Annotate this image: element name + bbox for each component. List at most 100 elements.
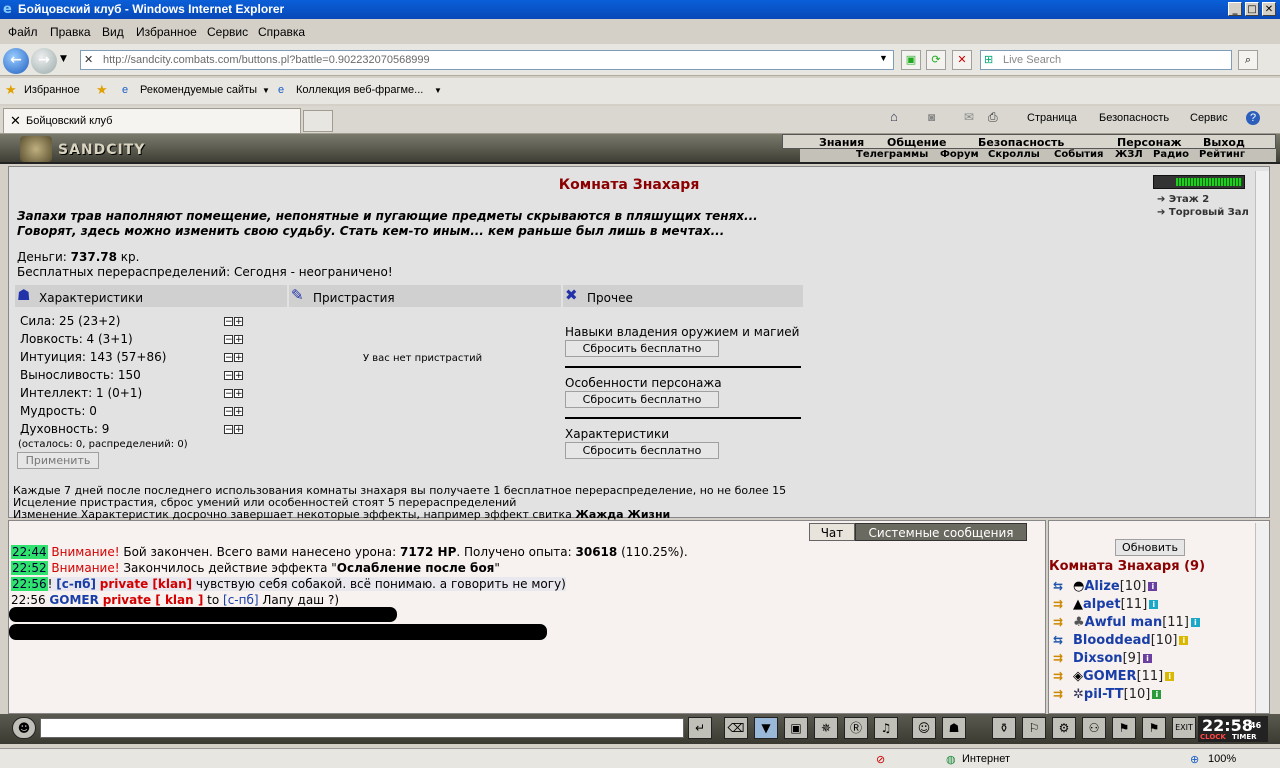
stat-agility-controls[interactable]: − + bbox=[224, 335, 246, 345]
mail-icon[interactable]: ✉ bbox=[964, 110, 974, 124]
sub-nav: Телеграммы Форум Скроллы События ЖЗЛ Рад… bbox=[800, 149, 1276, 162]
nav-knowledge[interactable]: Знания bbox=[819, 136, 864, 149]
refresh-button[interactable]: Обновить bbox=[1115, 539, 1185, 556]
user-row[interactable]: ⇉ ✲pil-TT[10] i bbox=[1053, 687, 1162, 703]
stat-intellect-controls[interactable]: − + bbox=[224, 389, 246, 399]
sound-icon[interactable]: ♫ bbox=[874, 717, 898, 739]
stat-wisdom-controls[interactable]: − + bbox=[224, 407, 246, 417]
nav-events[interactable]: События bbox=[1054, 149, 1103, 160]
fav-suggested-sites[interactable]: Рекомендуемые сайты bbox=[140, 84, 257, 96]
abilities-icon[interactable]: ⚙ bbox=[1052, 717, 1076, 739]
search-input[interactable]: ⊞ Live Search bbox=[980, 50, 1232, 70]
fighter-icon[interactable]: ✵ bbox=[814, 717, 838, 739]
nav-zhzl[interactable]: ЖЗЛ bbox=[1115, 149, 1143, 160]
tab-system-messages[interactable]: Системные сообщения bbox=[855, 523, 1027, 541]
blocked-icon[interactable]: ⊘ bbox=[876, 753, 885, 766]
eraser-icon[interactable]: ⌫ bbox=[724, 717, 748, 739]
rss-icon[interactable]: ◙ bbox=[928, 110, 935, 124]
user-row[interactable]: ⇉ ▲alpet[11] i bbox=[1053, 597, 1159, 613]
flag-icon[interactable]: ⚑ bbox=[1142, 717, 1166, 739]
new-tab-button[interactable] bbox=[303, 110, 333, 132]
user-row[interactable]: ⇉ ♣Awful man[11] i bbox=[1053, 615, 1200, 631]
tab-chat[interactable]: Чат bbox=[809, 523, 855, 541]
nav-rating[interactable]: Рейтинг bbox=[1199, 149, 1245, 160]
stat-strength-controls[interactable]: − + bbox=[224, 317, 246, 327]
menu-file[interactable]: Файл bbox=[8, 25, 38, 39]
nav-telegrams[interactable]: Телеграммы bbox=[856, 149, 928, 160]
add-favorites-icon[interactable]: ★ bbox=[96, 82, 108, 98]
nav-radio[interactable]: Радио bbox=[1153, 149, 1189, 160]
stats-header: ☗ Характеристики bbox=[15, 285, 287, 307]
send-icon[interactable]: ↵ bbox=[688, 717, 712, 739]
menu-edit[interactable]: Правка bbox=[50, 25, 91, 39]
chevron-down-icon[interactable]: ▼ bbox=[434, 86, 442, 95]
chevron-down-icon[interactable]: ▼ bbox=[262, 86, 270, 95]
menu-favorites[interactable]: Избранное bbox=[136, 25, 197, 39]
map-icon[interactable]: ⚐ bbox=[1022, 717, 1046, 739]
safety-menu[interactable]: Безопасность bbox=[1099, 112, 1169, 124]
maximize-button[interactable]: □ bbox=[1245, 2, 1259, 16]
group-icon[interactable]: ⚇ bbox=[1082, 717, 1106, 739]
users-scrollbar[interactable] bbox=[1255, 523, 1269, 713]
menu-view[interactable]: Вид bbox=[102, 25, 124, 39]
zoom-level[interactable]: 100% bbox=[1208, 753, 1236, 765]
tab-title: Бойцовский клуб bbox=[26, 115, 113, 127]
stat-endurance-controls[interactable]: − + bbox=[224, 371, 246, 381]
nav-exit[interactable]: Выход bbox=[1203, 136, 1245, 149]
chat-settings-icon[interactable]: ☗ bbox=[942, 717, 966, 739]
smiley-icon[interactable]: ☺ bbox=[912, 717, 936, 739]
help-icon[interactable]: ? bbox=[1246, 111, 1260, 125]
minimize-button[interactable]: _ bbox=[1228, 2, 1242, 16]
nav-forum[interactable]: Форум bbox=[940, 149, 979, 160]
user-row[interactable]: ⇆ ◓Alize[10] i bbox=[1053, 579, 1158, 595]
url-dropdown-icon[interactable]: ▼ bbox=[879, 53, 888, 63]
translit-icon[interactable]: Ⓡ bbox=[844, 717, 868, 739]
url-field[interactable]: ✕ http://sandcity.combats.com/buttons.pl… bbox=[80, 50, 894, 70]
compat-icon[interactable]: ▣ bbox=[901, 50, 921, 70]
home-icon[interactable]: ⌂ bbox=[890, 109, 898, 124]
location-floor[interactable]: ➔ Этаж 2 bbox=[1157, 194, 1209, 205]
user-row[interactable]: ⇉ ◈GOMER[11] i bbox=[1053, 669, 1175, 685]
close-button[interactable]: ✕ bbox=[1262, 2, 1276, 16]
stat-spirituality-controls[interactable]: − + bbox=[224, 425, 246, 435]
tools-menu[interactable]: Сервис bbox=[1190, 112, 1228, 124]
exit-icon[interactable]: EXIT bbox=[1172, 717, 1196, 739]
hp-bar-fill bbox=[1176, 178, 1242, 186]
stat-intuition-controls[interactable]: − + bbox=[224, 353, 246, 363]
menu-tools[interactable]: Сервис bbox=[207, 25, 248, 39]
chat-channel[interactable]: [с-пб] bbox=[56, 577, 96, 591]
user-row[interactable]: ⇉ Dixson[9] i bbox=[1053, 651, 1152, 667]
history-dropdown-icon[interactable]: ▼ bbox=[60, 54, 67, 64]
room-scrollbar[interactable] bbox=[1255, 171, 1269, 517]
nav-security[interactable]: Безопасность bbox=[978, 136, 1064, 149]
reset-features-button[interactable]: Сбросить бесплатно bbox=[565, 391, 719, 408]
inventory-icon[interactable]: ⚱ bbox=[992, 717, 1016, 739]
stop-icon[interactable]: ✕ bbox=[952, 50, 972, 70]
nav-social[interactable]: Общение bbox=[887, 136, 946, 149]
window-title: Бойцовский клуб - Windows Internet Explo… bbox=[18, 2, 285, 16]
reset-stats-button[interactable]: Сбросить бесплатно bbox=[565, 442, 719, 459]
clock-label: CLOCK bbox=[1200, 733, 1226, 741]
back-button[interactable]: ← bbox=[3, 48, 29, 74]
fav-web-slices[interactable]: Коллекция веб-фрагме... bbox=[296, 84, 423, 96]
user-row[interactable]: ⇆ Blooddead[10] i bbox=[1053, 633, 1189, 649]
chat-head-icon[interactable]: ☻ bbox=[12, 717, 36, 739]
search-icon[interactable]: ⌕ bbox=[1238, 50, 1258, 70]
refresh-icon[interactable]: ⟳ bbox=[926, 50, 946, 70]
menu-help[interactable]: Справка bbox=[258, 25, 305, 39]
quests-icon[interactable]: ⚑ bbox=[1112, 717, 1136, 739]
page-menu[interactable]: Страница bbox=[1027, 112, 1077, 124]
chat-input[interactable] bbox=[40, 718, 684, 738]
print-icon[interactable]: ⎙ bbox=[988, 110, 998, 125]
chat-nick[interactable]: GOMER bbox=[49, 593, 98, 607]
location-trade-hall[interactable]: ➔ Торговый Зал bbox=[1157, 207, 1249, 218]
filter-icon[interactable]: ▼ bbox=[754, 717, 778, 739]
reset-skills-button[interactable]: Сбросить бесплатно bbox=[565, 340, 719, 357]
forward-button[interactable]: → bbox=[31, 48, 57, 74]
tab-active[interactable]: ✕ Бойцовский клуб bbox=[3, 108, 301, 133]
nav-character[interactable]: Персонаж bbox=[1117, 136, 1182, 149]
favorites-button[interactable]: Избранное bbox=[24, 84, 80, 96]
apply-button[interactable]: Применить bbox=[17, 452, 99, 469]
nav-scrolls[interactable]: Скроллы bbox=[988, 149, 1040, 160]
save-log-icon[interactable]: ▣ bbox=[784, 717, 808, 739]
